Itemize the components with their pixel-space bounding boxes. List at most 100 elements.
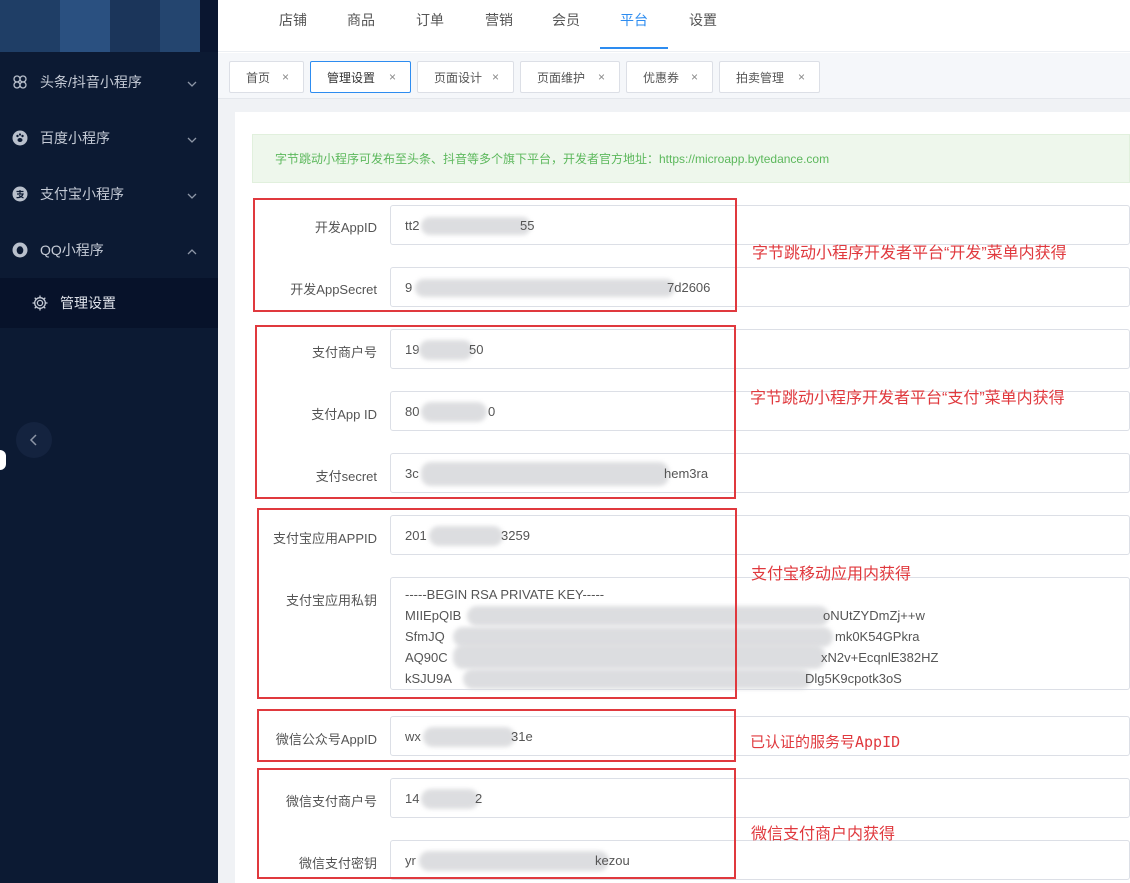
key-line-start: SfmJQ — [405, 629, 445, 644]
alipay-private-key-textarea[interactable]: -----BEGIN RSA PRIVATE KEY----- MIIEpQIB… — [390, 577, 1130, 690]
annotation-wechat-appid: 已认证的服务号AppID — [750, 733, 901, 751]
redacted-blur — [419, 851, 609, 871]
redacted-blur — [421, 217, 531, 235]
pay-secret-label: 支付secret — [315, 469, 377, 484]
nav-item-marketing[interactable]: 营销 — [474, 0, 524, 52]
alipay-appid-input[interactable]: 201 3259 — [390, 515, 1130, 555]
sidebar-item-label: 支付宝小程序 — [40, 186, 124, 202]
key-line-start: AQ90C — [405, 650, 448, 665]
field-value-start: 80 — [405, 403, 420, 419]
sidebar-item-qq[interactable]: QQ小程序 — [0, 222, 218, 278]
field-value-end: 55 — [520, 217, 535, 233]
redacted-blur — [421, 789, 479, 809]
collapse-sidebar-button[interactable] — [16, 422, 52, 458]
dev-appid-label: 开发AppID — [314, 220, 377, 235]
logo-blur — [0, 0, 60, 52]
field-value-start: tt2 — [405, 217, 420, 233]
chevron-left-icon — [29, 434, 37, 446]
nav-item-products[interactable]: 商品 — [336, 0, 386, 52]
key-line-end: oNUtZYDmZj++w — [823, 608, 925, 623]
key-line-start: MIIEpQIB — [405, 608, 462, 623]
annotation-dev: 字节跳动小程序开发者平台“开发”菜单内获得 — [752, 245, 1067, 262]
tab-label: 管理设置 — [327, 70, 376, 85]
tab-manage-settings[interactable]: 管理设置 × — [310, 61, 411, 93]
wechat-appid-label: 微信公众号AppID — [275, 732, 377, 747]
redacted-blur — [421, 462, 669, 486]
field-value-end: 0 — [488, 403, 496, 419]
nav-item-members[interactable]: 会员 — [541, 0, 591, 52]
close-icon[interactable]: × — [598, 70, 605, 84]
chevron-down-icon — [187, 133, 197, 143]
tab-coupons[interactable]: 优惠券 × — [626, 61, 713, 93]
field-value-end: hem3ra — [664, 465, 709, 481]
sidebar-subitem-manage-settings[interactable]: 管理设置 — [0, 278, 218, 328]
sidebar-item-alipay[interactable]: 支付宝小程序 — [0, 166, 218, 222]
redacted-blur — [419, 340, 473, 360]
field-value-end: 2 — [475, 790, 483, 806]
tab-label: 优惠券 — [643, 70, 680, 85]
nav-item-shop[interactable]: 店铺 — [268, 0, 318, 52]
field-value-start: yr — [405, 852, 416, 868]
pay-merchant-label: 支付商户号 — [311, 345, 377, 360]
wechat-merchant-label: 微信支付商户号 — [285, 794, 377, 809]
tab-page-maintenance[interactable]: 页面维护 × — [520, 61, 620, 93]
tab-page-design[interactable]: 页面设计 × — [417, 61, 514, 93]
alipay-icon — [12, 186, 28, 202]
field-value-end: 31e — [511, 728, 533, 744]
pay-secret-input[interactable]: 3c hem3ra — [390, 453, 1130, 493]
annotation-alipay: 支付宝移动应用内获得 — [751, 566, 912, 583]
redacted-blur — [429, 526, 503, 546]
logo-blur — [60, 0, 110, 52]
annotation-pay: 字节跳动小程序开发者平台“支付”菜单内获得 — [750, 390, 1065, 407]
info-notice: 字节跳动小程序可发布至头条、抖音等多个旗下平台，开发者官方地址：https://… — [252, 134, 1130, 183]
wechat-key-input[interactable]: yr kezou — [390, 840, 1130, 880]
close-icon[interactable]: × — [798, 70, 805, 84]
nav-item-settings[interactable]: 设置 — [678, 0, 728, 52]
key-line: SfmJQ mk0K54GPkra — [405, 626, 1115, 647]
active-nav-indicator — [600, 47, 668, 49]
sidebar-subitem-label: 管理设置 — [60, 295, 116, 311]
sidebar-item-baidu[interactable]: 百度小程序 — [0, 110, 218, 166]
field-value-end: 7d2606 — [667, 279, 711, 295]
redacted-blur — [421, 402, 487, 422]
field-value-start: 3c — [405, 465, 419, 481]
tab-label: 页面设计 — [434, 70, 483, 85]
alipay-appid-label: 支付宝应用APPID — [272, 531, 377, 546]
paw-icon — [12, 130, 28, 146]
close-icon[interactable]: × — [282, 70, 289, 84]
field-value-start: 9 — [405, 279, 413, 295]
key-line: AQ90C xN2v+EcqnlE382HZ — [405, 645, 1115, 669]
key-line-end: mk0K54GPkra — [835, 629, 920, 644]
logo-area — [0, 0, 218, 52]
tabs-bar: 首页 × 管理设置 × 页面设计 × 页面维护 × 优惠券 × 拍卖管理 × — [218, 53, 1130, 99]
tab-home[interactable]: 首页 × — [229, 61, 304, 93]
close-icon[interactable]: × — [492, 70, 499, 84]
wechat-merchant-input[interactable]: 14 2 — [390, 778, 1130, 818]
sidebar-item-toutiao[interactable]: 头条/抖音小程序 — [0, 54, 218, 110]
redacted-blur — [463, 669, 811, 689]
sidebar-item-label: QQ小程序 — [40, 242, 104, 258]
tab-auction[interactable]: 拍卖管理 × — [719, 61, 820, 93]
close-icon[interactable]: × — [691, 70, 698, 84]
notice-text: 字节跳动小程序可发布至头条、抖音等多个旗下平台，开发者官方地址：https://… — [275, 152, 830, 166]
dev-appsecret-input[interactable]: 9 7d2606 — [390, 267, 1130, 307]
tab-label: 拍卖管理 — [736, 70, 785, 85]
redacted-blur — [453, 627, 833, 647]
tab-label: 首页 — [246, 70, 271, 85]
redacted-blur — [415, 279, 675, 297]
nav-item-orders[interactable]: 订单 — [405, 0, 455, 52]
top-nav: 店铺 商品 订单 营销 会员 平台 设置 — [218, 0, 1130, 52]
field-value-end: 3259 — [501, 527, 530, 543]
edge-handle — [0, 450, 6, 470]
nav-item-platform[interactable]: 平台 — [609, 0, 659, 52]
field-value-start: 14 — [405, 790, 420, 806]
pay-appid-label: 支付App ID — [311, 407, 377, 422]
field-value-start: 201 — [405, 527, 427, 543]
redacted-blur — [423, 727, 515, 747]
close-icon[interactable]: × — [389, 70, 396, 84]
key-line: kSJU9A Dlg5K9cpotk3oS — [405, 668, 1115, 689]
redacted-blur — [467, 606, 829, 626]
pay-merchant-input[interactable]: 19 50 — [390, 329, 1130, 369]
key-line-end: Dlg5K9cpotk3oS — [805, 671, 902, 686]
field-value-end: kezou — [595, 852, 630, 868]
